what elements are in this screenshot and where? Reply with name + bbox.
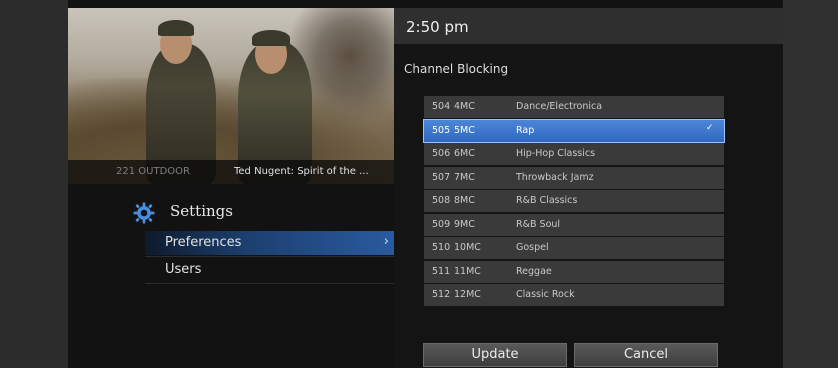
update-button[interactable]: Update [423,343,567,367]
menu-item-label: Preferences [165,235,242,250]
channel-row[interactable]: 510 10MC Gospel [424,237,724,259]
video-program-title: Ted Nugent: Spirit of the ... [234,166,369,177]
channel-row[interactable]: 511 11MC Reggae [424,260,724,283]
channel-row[interactable]: 506 6MC Hip-Hop Classics [424,143,724,165]
right-letterbox [783,0,838,368]
channel-name: Rap [516,124,535,136]
video-person-right-cap [252,30,290,46]
channel-name: Gospel [516,242,549,253]
settings-title: Settings [170,202,233,220]
channel-callsign: 10MC [454,242,481,253]
check-icon: ✓ [706,122,714,133]
channel-name: Throwback Jamz [516,171,594,183]
channel-name: Reggae [516,265,552,277]
menu-item-users[interactable]: Users [145,258,395,282]
channel-list: 504 4MC Dance/Electronica 505 5MC Rap ✓ … [423,96,725,308]
channel-callsign: 9MC [454,218,475,230]
gear-icon [133,202,155,224]
video-caption-bar: 221 OUTDOOR Ted Nugent: Spirit of the ..… [68,160,394,184]
channel-number: 511 [432,265,451,277]
channel-number: 507 [432,171,451,183]
time-bar: 2:50 pm [394,8,783,44]
channel-row[interactable]: 507 7MC Throwback Jamz [424,166,724,189]
tv-screen: 221 OUTDOOR Ted Nugent: Spirit of the ..… [0,0,838,368]
channel-callsign: 8MC [454,195,475,206]
channel-number: 505 [432,124,451,136]
channel-number: 510 [432,242,451,253]
channel-row[interactable]: 509 9MC R&B Soul [424,213,724,236]
channel-number: 508 [432,195,451,206]
live-video-preview[interactable] [68,8,394,184]
page-title: Channel Blocking [404,62,509,76]
channel-name: R&B Classics [516,195,578,206]
channel-row[interactable]: 512 12MC Classic Rock [424,284,724,306]
channel-callsign: 12MC [454,289,481,300]
video-person-left-cap [158,20,194,36]
menu-item-label: Users [165,262,202,277]
channel-name: Classic Rock [516,289,575,300]
channel-number: 504 [432,101,451,112]
channel-callsign: 11MC [454,265,481,277]
channel-callsign: 7MC [454,171,475,183]
cancel-button[interactable]: Cancel [574,343,718,367]
channel-name: Hip-Hop Classics [516,148,596,159]
menu-item-preferences[interactable]: Preferences › [145,231,395,255]
channel-callsign: 6MC [454,148,475,159]
channel-number: 506 [432,148,451,159]
left-letterbox [0,0,68,368]
channel-callsign: 4MC [454,101,475,112]
channel-row-selected[interactable]: 505 5MC Rap ✓ [423,118,725,143]
clock-time: 2:50 pm [406,18,469,36]
channel-number: 509 [432,218,451,230]
settings-header: Settings [128,198,328,224]
channel-row[interactable]: 504 4MC Dance/Electronica [424,96,724,118]
menu-divider [145,256,395,257]
channel-number: 512 [432,289,451,300]
channel-callsign: 5MC [454,124,475,136]
channel-name: Dance/Electronica [516,101,603,112]
menu-divider [145,283,395,284]
channel-name: R&B Soul [516,218,561,230]
video-channel-label: 221 OUTDOOR [116,166,190,177]
channel-row[interactable]: 508 8MC R&B Classics [424,190,724,212]
chevron-right-icon: › [383,234,389,249]
